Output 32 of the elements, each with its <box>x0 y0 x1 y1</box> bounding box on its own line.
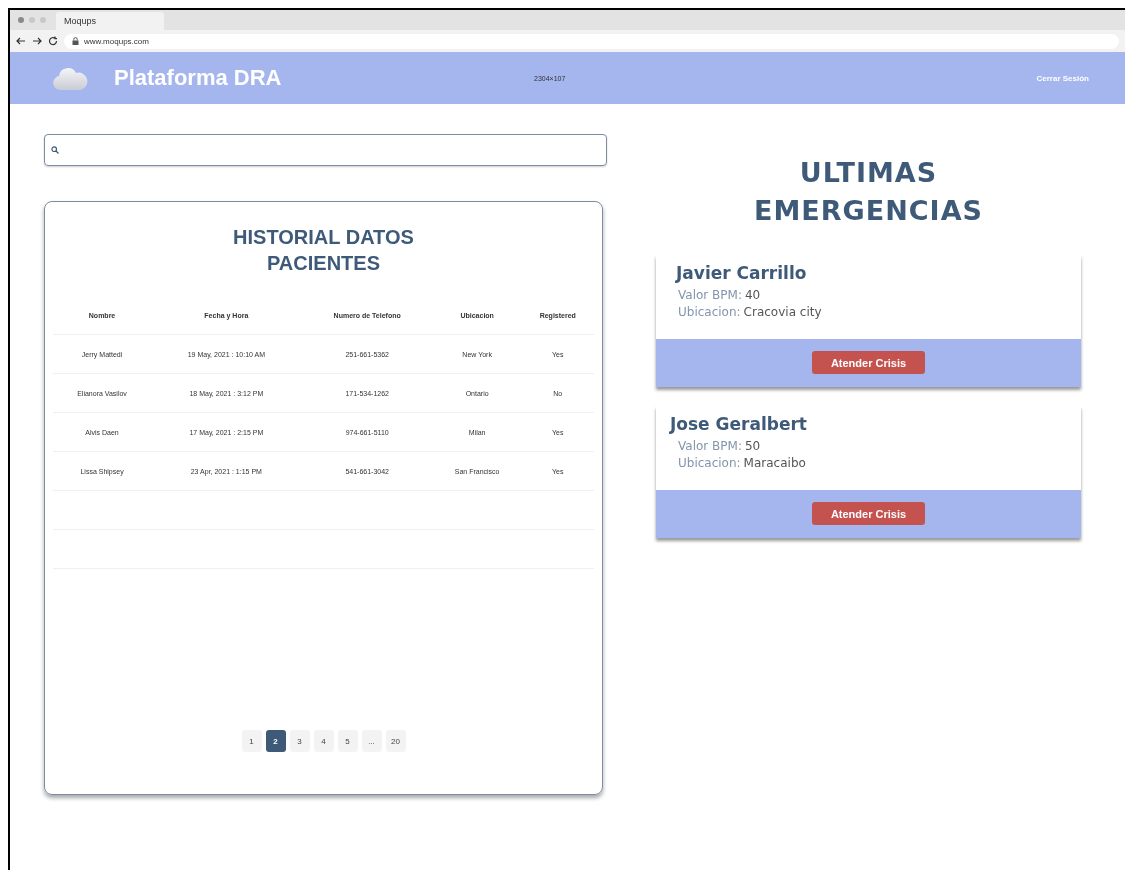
history-title: HISTORIAL DATOS PACIENTES <box>232 225 415 276</box>
forward-icon[interactable] <box>32 36 42 46</box>
reload-icon[interactable] <box>48 36 58 46</box>
page-button[interactable]: 1 <box>241 730 262 752</box>
field-label: Ubicacion: <box>678 455 741 470</box>
cloud-icon <box>52 66 88 90</box>
browser-tab[interactable]: Moqups <box>56 12 164 30</box>
back-icon[interactable] <box>16 36 26 46</box>
lock-icon <box>72 37 79 45</box>
field-value: Maracaibo <box>743 455 806 470</box>
url-text: www.moqups.com <box>84 36 149 46</box>
page-button[interactable]: 2 <box>265 730 286 752</box>
patient-name: Javier Carrillo <box>676 262 808 283</box>
crisis-button[interactable]: Atender Crisis <box>812 502 925 526</box>
patient-name: Jose Geralbert <box>670 413 808 434</box>
app-title: Plataforma DRA <box>114 65 283 91</box>
field-label: Valor BPM: <box>678 287 742 302</box>
field-label: Ubicacion: <box>678 304 741 319</box>
crisis-button[interactable]: Atender Crisis <box>812 351 925 375</box>
page-button[interactable]: ... <box>361 730 382 752</box>
search-icon <box>51 146 59 154</box>
address-bar[interactable]: www.moqups.com <box>64 33 1119 49</box>
emergencies-title: ULTIMAS EMERGENCIAS <box>753 156 984 228</box>
field-value: Cracovia city <box>743 304 822 319</box>
page-button[interactable]: 20 <box>385 730 406 752</box>
page-button[interactable]: 4 <box>313 730 334 752</box>
page-button[interactable]: 5 <box>337 730 358 752</box>
search-field[interactable] <box>44 134 607 166</box>
page-button[interactable]: 3 <box>289 730 310 752</box>
field-value: 40 <box>744 287 761 302</box>
field-label: Valor BPM: <box>678 438 742 453</box>
field-value: 50 <box>744 438 761 453</box>
